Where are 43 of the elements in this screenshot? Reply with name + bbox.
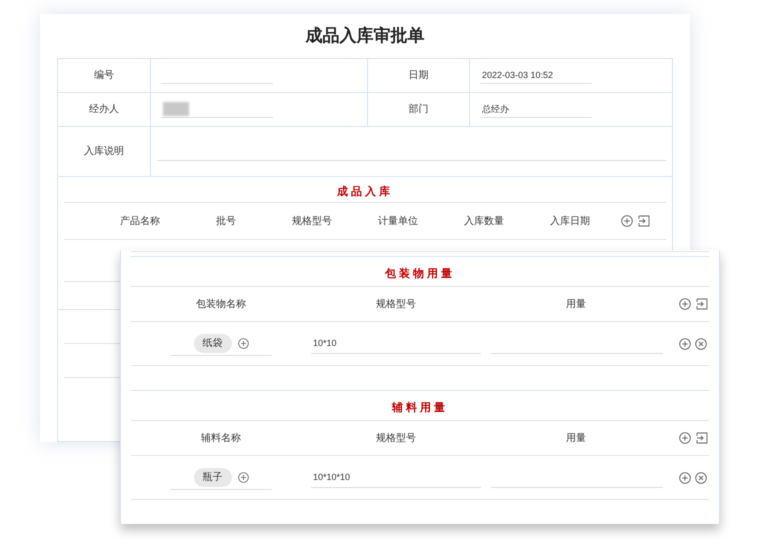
input-field[interactable]: 10*10: [311, 334, 481, 354]
section-title: 包装物用量: [385, 266, 455, 282]
column-header: 用量: [566, 298, 586, 312]
column-header: 入库数量: [464, 214, 504, 228]
tag-chip[interactable]: 瓶子: [194, 468, 232, 486]
section-title: 成品入库: [337, 184, 393, 200]
column-header: 规格型号: [376, 432, 416, 446]
close-circle-icon[interactable]: [695, 472, 707, 484]
input-field[interactable]: 纸袋: [170, 332, 272, 356]
plus-circle-icon[interactable]: [621, 215, 633, 227]
input-field[interactable]: 2022-03-03 10:52: [480, 68, 592, 84]
import-icon[interactable]: [638, 215, 650, 227]
plus-circle-icon[interactable]: [679, 338, 691, 350]
column-header: 规格型号: [376, 298, 416, 312]
plus-circle-icon[interactable]: [238, 338, 248, 348]
import-icon[interactable]: [696, 298, 708, 310]
field-label: 经办人: [89, 102, 119, 117]
column-header: 入库日期: [550, 214, 590, 228]
redacted-name: [163, 102, 189, 116]
plus-circle-icon[interactable]: [679, 432, 691, 444]
column-header: 批号: [216, 214, 236, 228]
input-field[interactable]: 总经办: [480, 102, 592, 118]
form-title: 成品入库审批单: [306, 25, 424, 48]
field-label: 部门: [408, 102, 428, 117]
tag-chip[interactable]: 纸袋: [194, 334, 232, 352]
field-label: 编号: [94, 68, 114, 83]
input-field[interactable]: [161, 102, 273, 118]
column-header: 包装物名称: [196, 298, 246, 312]
section-title: 辅料用量: [392, 400, 448, 416]
plus-circle-icon[interactable]: [238, 472, 248, 482]
field-label: 日期: [408, 68, 428, 83]
column-header: 规格型号: [292, 214, 332, 228]
plus-circle-icon[interactable]: [679, 298, 691, 310]
plus-circle-icon[interactable]: [679, 472, 691, 484]
import-icon[interactable]: [696, 432, 708, 444]
close-circle-icon[interactable]: [695, 338, 707, 350]
column-header: 产品名称: [120, 214, 160, 228]
field-label: 入库说明: [84, 144, 124, 159]
column-header: 计量单位: [378, 214, 418, 228]
column-header: 用量: [566, 432, 586, 446]
input-field[interactable]: 10*10*10: [311, 468, 481, 488]
input-field[interactable]: 瓶子: [170, 466, 272, 490]
column-header: 辅料名称: [201, 432, 241, 446]
